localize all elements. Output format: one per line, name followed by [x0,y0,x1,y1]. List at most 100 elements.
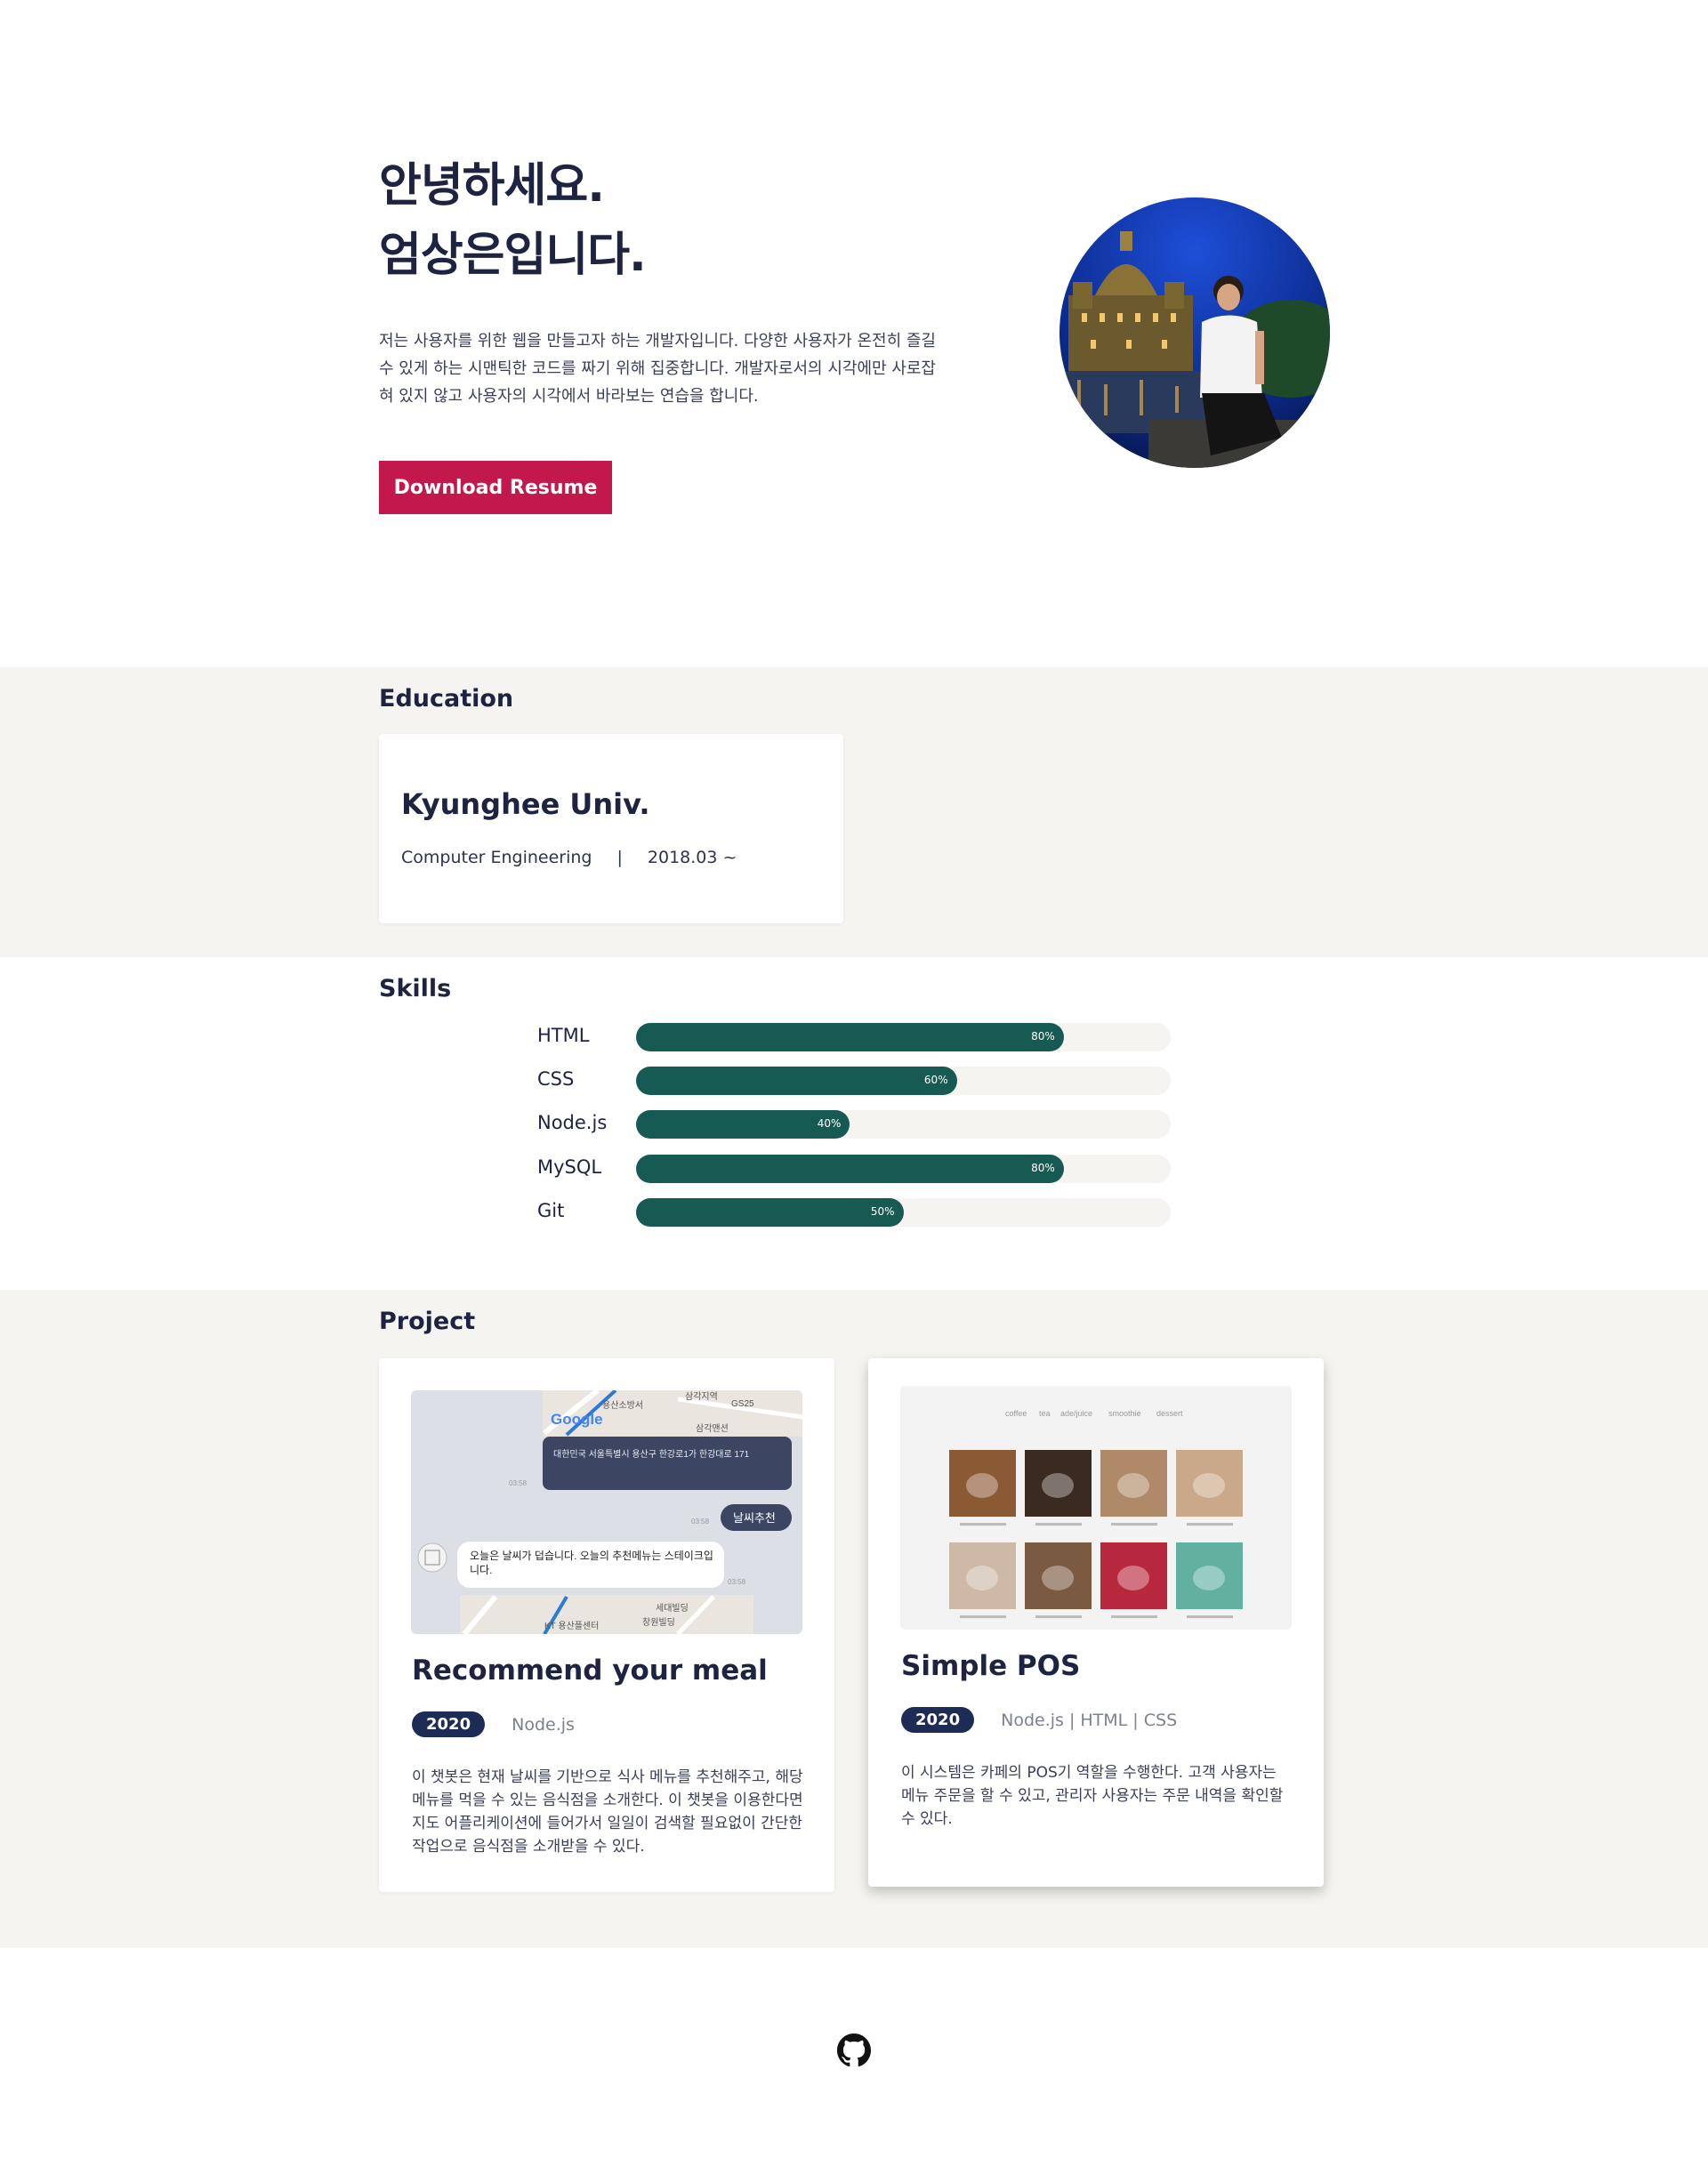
message-time: 03:58 [691,1518,710,1526]
pos-cup [966,1473,998,1498]
pos-tab: ade/juice [1060,1409,1092,1418]
hero-title: 안녕하세요. 엄상은입니다. [379,151,647,290]
pos-cup [1042,1473,1074,1498]
skill-bar-track: 80% [636,1023,1171,1051]
skill-percent: 60% [923,1074,948,1086]
skill-bar-track: 60% [636,1067,1171,1095]
projects-title: Project [379,1308,476,1335]
project-title: Simple POS [901,1650,1081,1682]
period: 2018.03 ~ [647,848,737,867]
hero-section: 안녕하세요. 엄상은입니다. 저는 사용자를 위한 웹을 만들고자 하는 개발자… [0,0,1708,667]
map-label: 세대빌딩 [656,1603,689,1614]
project-meta: 2020 Node.js | HTML | CSS [901,1707,1177,1733]
hero-description: 저는 사용자를 위한 웹을 만들고자 하는 개발자입니다. 다양한 사용자가 온… [379,332,936,406]
bot-message: 오늘은 날씨가 덥습니다. 오늘의 추천메뉴는 스테이크입니다. [470,1550,713,1576]
school-name: Kyunghee Univ. [401,787,650,821]
skill-row: Git 50% [537,1198,1171,1227]
year-badge: 2020 [412,1711,486,1737]
map-label: GS25 [731,1399,754,1409]
github-icon[interactable] [837,2033,871,2067]
skill-bar-track: 40% [636,1110,1171,1139]
skill-name: Node.js [537,1112,608,1133]
pos-cup [1193,1473,1225,1498]
skill-bar-fill: 60% [636,1067,957,1095]
education-card: Kyunghee Univ. Computer Engineering | 20… [379,734,843,923]
pos-cup [1193,1566,1225,1590]
skill-row: HTML 80% [537,1023,1171,1051]
skill-name: CSS [537,1068,575,1090]
skill-percent: 80% [1031,1030,1055,1043]
year-badge: 2020 [901,1707,975,1733]
education-section: Education Kyunghee Univ. Computer Engine… [0,667,1708,957]
tech-stack: Node.js | HTML | CSS [1001,1710,1178,1730]
map-label: 삼각지역 [685,1391,718,1402]
hero-title-line1: 안녕하세요. [379,159,605,213]
skill-bar-track: 80% [636,1155,1171,1183]
user-message: 날씨추천 [733,1511,776,1525]
skill-bar-fill: 80% [636,1155,1064,1183]
chatbot-screenshot: Google 용산소방서 삼각지역 GS25 삼각맨션 대한민국 서울특별시 용… [411,1390,802,1634]
pos-item-caption [1111,1523,1157,1526]
pos-item-caption [1187,1523,1233,1526]
map-label: 창원빌딩 [642,1617,675,1628]
skill-percent: 40% [817,1117,842,1130]
skill-bar-fill: 80% [636,1023,1064,1051]
project-screenshot: coffee tea ade/juice smoothie dessert [900,1386,1292,1630]
map-logo: Google [551,1411,603,1428]
project-description: 이 시스템은 카페의 POS기 역할을 수행한다. 고객 사용자는 메뉴 주문을… [901,1764,1284,1828]
pos-tab: tea [1039,1409,1051,1418]
tech-stack: Node.js [512,1714,575,1735]
address-text: 대한민국 서울특별시 용산구 한강로1가 한강대로 171 [553,1450,750,1460]
map-bottom: 세대빌딩 창원빌딩 KT 용산플센터 [460,1595,753,1634]
download-resume-button[interactable]: Download Resume [379,461,612,514]
meta-separator: | [616,848,623,867]
message-time: 03:58 [509,1479,528,1487]
pos-item-caption [1035,1523,1082,1526]
skill-percent: 50% [870,1205,895,1218]
profile-photo-image [1059,197,1330,468]
skill-bar-fill: 40% [636,1110,850,1139]
pos-tab: coffee [1005,1409,1027,1418]
map-top: Google 용산소방서 삼각지역 GS25 삼각맨션 [543,1390,802,1437]
pos-cup [1042,1566,1074,1590]
skill-name: Git [537,1200,565,1221]
map-label: 삼각맨션 [696,1423,729,1434]
pos-item-caption [960,1615,1006,1618]
map-label: KT 용산플센터 [544,1621,599,1631]
message-time: 03:58 [728,1578,746,1586]
pos-item-caption [1187,1615,1233,1618]
profile-photo [1059,197,1330,468]
pos-item-caption [960,1523,1006,1526]
pos-screenshot: coffee tea ade/juice smoothie dessert [900,1386,1292,1630]
skills-title: Skills [379,975,452,1003]
skill-name: HTML [537,1025,590,1046]
education-meta: Computer Engineering | 2018.03 ~ [401,848,737,867]
project-meta: 2020 Node.js [412,1711,575,1737]
skill-row: CSS 60% [537,1067,1171,1095]
project-description: 이 챗봇은 현재 날씨를 기반으로 식사 메뉴를 추천해주고, 해당 메뉴를 먹… [412,1768,803,1856]
projects-section: Project Google 용산소방서 삼각지역 GS25 삼각맨션 대한민국… [0,1290,1708,1948]
hero-title-line2: 엄상은입니다. [379,229,647,282]
pos-tab: smoothie [1108,1409,1141,1418]
pos-tab: dessert [1156,1409,1183,1418]
skill-percent: 80% [1031,1162,1055,1174]
project-title: Recommend your meal [412,1655,768,1687]
pos-cup [1117,1566,1149,1590]
skill-row: Node.js 40% [537,1110,1171,1139]
skill-bar-track: 50% [636,1198,1171,1227]
education-title: Education [379,685,514,713]
pos-cup [966,1566,998,1590]
pos-item-caption [1111,1615,1157,1618]
project-card-recommend-meal[interactable]: Google 용산소방서 삼각지역 GS25 삼각맨션 대한민국 서울특별시 용… [379,1358,834,1892]
skill-name: MySQL [537,1156,602,1178]
skill-bar-fill: 50% [636,1198,904,1227]
map-label: 용산소방서 [602,1400,643,1411]
pos-cup [1117,1473,1149,1498]
project-card-simple-pos[interactable]: coffee tea ade/juice smoothie dessert Si… [868,1358,1324,1887]
project-screenshot: Google 용산소방서 삼각지역 GS25 삼각맨션 대한민국 서울특별시 용… [411,1390,802,1634]
skill-row: MySQL 80% [537,1155,1171,1183]
skills-section: Skills HTML 80% CSS 60% Node.js 40% MySQ… [0,957,1708,1290]
major: Computer Engineering [401,848,592,867]
pos-item-caption [1035,1615,1082,1618]
footer [0,1948,1708,2158]
